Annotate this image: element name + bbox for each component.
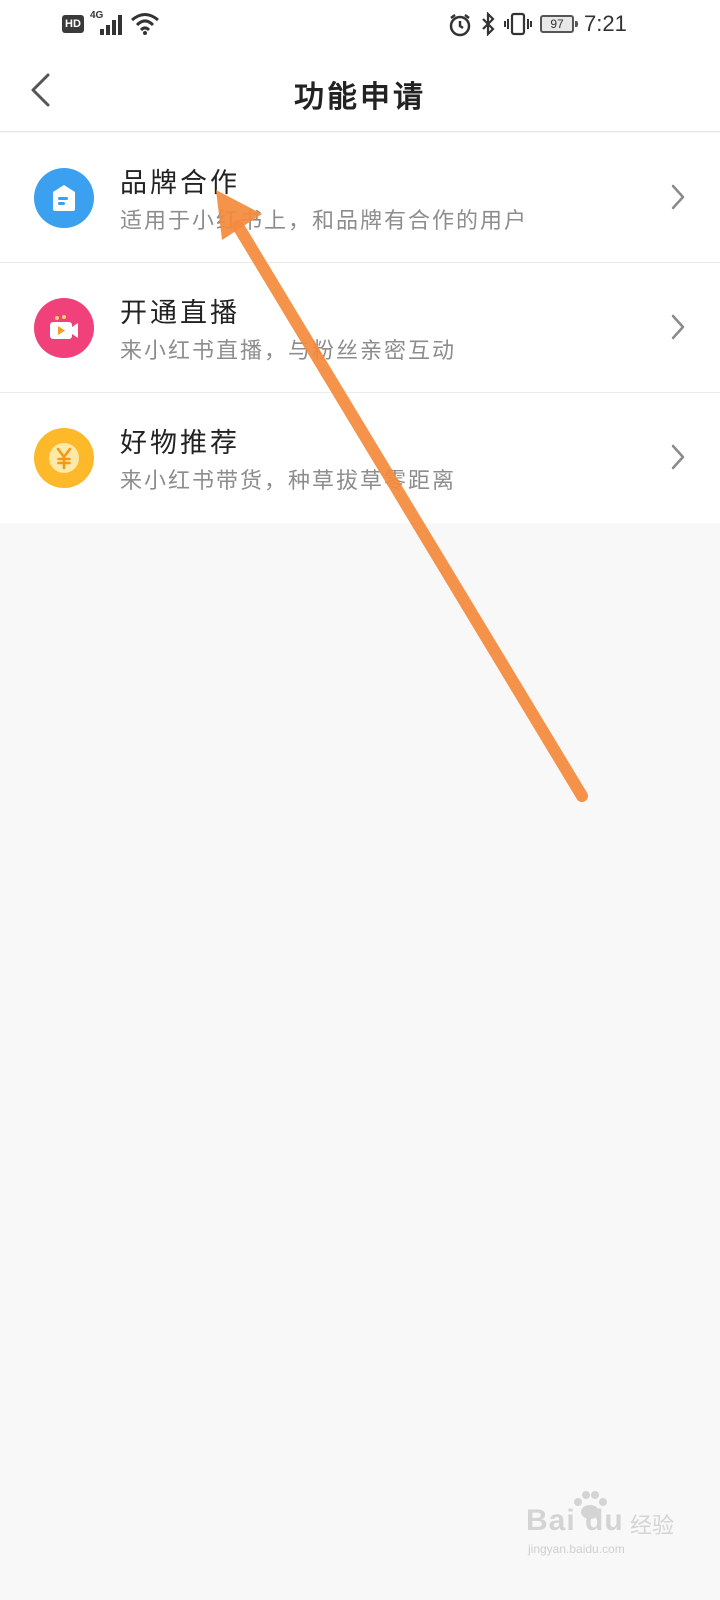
battery-indicator: 97 (540, 15, 578, 33)
status-bar: HD 4G 97 7:21 (0, 0, 720, 50)
vibrate-icon (504, 12, 532, 36)
yuan-coin-icon (34, 428, 94, 488)
watermark: Bai du 经验 jingyan.baidu.com (526, 1491, 676, 1564)
hd-badge: HD (62, 15, 84, 33)
feature-description: 来小红书带货，种草拔草零距离 (120, 469, 457, 494)
paw-icon (574, 1491, 607, 1519)
page-title: 功能申请 (294, 80, 426, 115)
chevron-right-icon (671, 444, 685, 470)
live-video-icon (34, 298, 94, 358)
watermark-domain: jingyan.baidu.com (528, 1542, 625, 1556)
feature-item-product-recommendation[interactable]: 好物推荐 来小红书带货，种草拔草零距离 (0, 393, 720, 523)
chevron-right-icon (671, 184, 685, 210)
feature-item-brand-cooperation[interactable]: 品牌合作 适用于小红书上，和品牌有合作的用户 (0, 133, 720, 263)
signal-icon (100, 15, 122, 35)
feature-title: 开通直播 (120, 298, 240, 329)
feature-item-live-streaming[interactable]: 开通直播 来小红书直播，与粉丝亲密互动 (0, 263, 720, 393)
feature-list: 品牌合作 适用于小红书上，和品牌有合作的用户 开通直播 来小红书直播，与粉丝亲密… (0, 133, 720, 523)
feature-title: 品牌合作 (120, 168, 240, 199)
alarm-icon (449, 14, 471, 37)
status-right: 97 7:21 (448, 11, 648, 38)
feature-description: 来小红书直播，与粉丝亲密互动 (120, 339, 457, 364)
feature-title: 好物推荐 (120, 428, 240, 459)
watermark-label: 经验 (630, 1514, 675, 1539)
feature-description: 适用于小红书上，和品牌有合作的用户 (120, 209, 529, 234)
chevron-right-icon (671, 314, 685, 340)
wifi-icon (131, 13, 159, 35)
nav-bar: 功能申请 (0, 50, 720, 132)
status-time: 7:21 (584, 11, 627, 36)
bluetooth-icon (482, 12, 495, 36)
brand-tag-icon (34, 168, 94, 228)
